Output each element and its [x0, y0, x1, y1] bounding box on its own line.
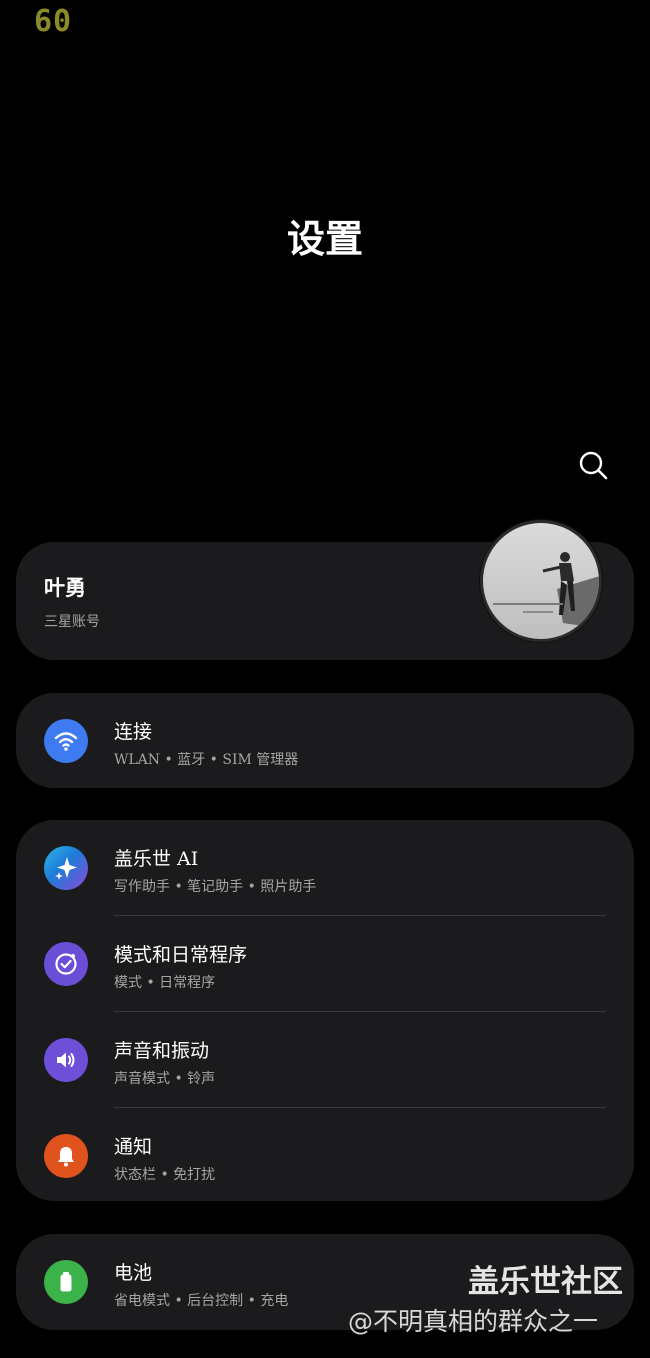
fps-counter: 60 [34, 4, 73, 39]
settings-item-subtitle: 模式 • 日常程序 [114, 975, 216, 991]
bell-icon [44, 1134, 88, 1178]
search-button[interactable] [574, 446, 612, 484]
settings-item-connections[interactable]: 连接 WLAN • 蓝牙 • SIM 管理器 [16, 693, 634, 789]
settings-item-subtitle: 状态栏 • 免打扰 [114, 1167, 216, 1183]
features-card: 盖乐世 AI 写作助手 • 笔记助手 • 照片助手 模式和日常程序 模式 • 日… [16, 820, 634, 1201]
search-icon [579, 451, 608, 480]
sparkle-icon [44, 846, 88, 890]
avatar[interactable] [479, 519, 603, 643]
watermark-author: @不明真相的群众之一 [348, 1307, 599, 1336]
watermark-community: 盖乐世社区 [468, 1264, 623, 1300]
battery-icon [44, 1260, 88, 1304]
check-circle-icon [44, 942, 88, 986]
settings-item-subtitle: 省电模式 • 后台控制 • 充电 [114, 1293, 289, 1309]
account-subtitle: 三星账号 [44, 614, 100, 630]
account-name: 叶勇 [44, 575, 86, 600]
settings-item-galaxy-ai[interactable]: 盖乐世 AI 写作助手 • 笔记助手 • 照片助手 [16, 820, 634, 916]
settings-item-label: 模式和日常程序 [114, 944, 248, 966]
wifi-icon [44, 719, 88, 763]
settings-item-label: 电池 [114, 1262, 153, 1284]
settings-item-label: 通知 [114, 1136, 153, 1158]
settings-item-label: 盖乐世 AI [114, 848, 199, 870]
settings-item-label: 连接 [114, 721, 153, 743]
account-card[interactable]: 叶勇 三星账号 [16, 519, 634, 660]
settings-item-notifications[interactable]: 通知 状态栏 • 免打扰 [16, 1108, 634, 1204]
settings-item-modes[interactable]: 模式和日常程序 模式 • 日常程序 [16, 916, 634, 1012]
settings-item-subtitle: 写作助手 • 笔记助手 • 照片助手 [114, 879, 317, 895]
page-title: 设置 [286, 216, 363, 261]
settings-item-subtitle: 声音模式 • 铃声 [114, 1071, 216, 1087]
connections-card[interactable]: 连接 WLAN • 蓝牙 • SIM 管理器 [16, 693, 634, 788]
settings-item-sounds[interactable]: 声音和振动 声音模式 • 铃声 [16, 1012, 634, 1108]
speaker-icon [44, 1038, 88, 1082]
settings-item-label: 声音和振动 [114, 1040, 210, 1062]
settings-item-subtitle: WLAN • 蓝牙 • SIM 管理器 [114, 752, 299, 768]
